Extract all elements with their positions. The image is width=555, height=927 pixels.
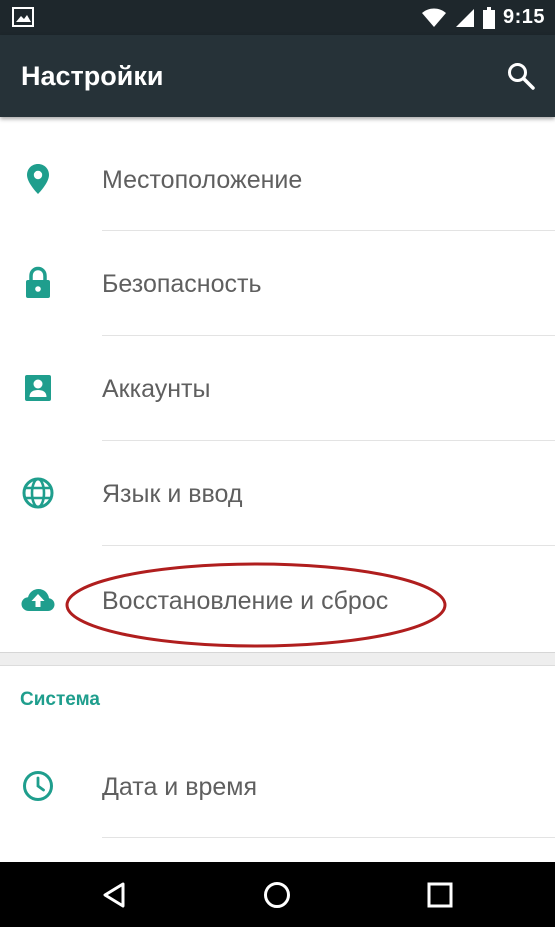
home-icon[interactable] <box>261 879 293 911</box>
settings-item-label: Безопасность <box>102 270 262 298</box>
settings-item-backup-reset[interactable]: Восстановление и сброс <box>0 546 555 650</box>
navigation-bar <box>0 862 555 927</box>
back-icon[interactable] <box>98 879 130 911</box>
settings-item-label: Аккаунты <box>102 375 211 403</box>
section-title-system: Система <box>20 689 100 710</box>
divider <box>102 837 555 838</box>
settings-item-accounts[interactable]: Аккаунты <box>0 336 555 440</box>
settings-item-label: Дата и время <box>102 773 258 801</box>
location-icon <box>27 164 49 194</box>
status-time: 9:15 <box>502 6 545 28</box>
status-icons: 9:15 <box>421 5 545 30</box>
battery-icon <box>482 6 495 29</box>
image-notification-icon <box>12 7 34 27</box>
settings-item-label: Восстановление и сброс <box>102 587 389 615</box>
page-title: Настройки <box>21 61 164 91</box>
settings-item-security[interactable]: Безопасность <box>0 231 555 335</box>
section-divider <box>0 652 555 666</box>
status-bar: 9:15 <box>0 0 555 35</box>
globe-icon <box>22 477 54 509</box>
signal-icon <box>455 8 474 27</box>
search-icon[interactable] <box>506 61 536 91</box>
settings-item-location[interactable]: Местоположение <box>0 127 555 231</box>
wifi-icon <box>421 8 446 27</box>
lock-icon <box>26 266 50 298</box>
settings-item-language[interactable]: Язык и ввод <box>0 441 555 545</box>
settings-item-date-time[interactable]: Дата и время <box>0 734 555 838</box>
clock-icon <box>23 771 53 801</box>
settings-item-label: Местоположение <box>102 166 303 194</box>
account-icon <box>25 375 51 401</box>
app-bar: Настройки <box>0 35 555 117</box>
settings-list: Местоположение Безопасность Аккаунты Язы… <box>0 117 555 862</box>
cloud-upload-icon <box>21 589 55 611</box>
settings-item-label: Язык и ввод <box>102 480 243 508</box>
recents-icon[interactable] <box>424 879 456 911</box>
